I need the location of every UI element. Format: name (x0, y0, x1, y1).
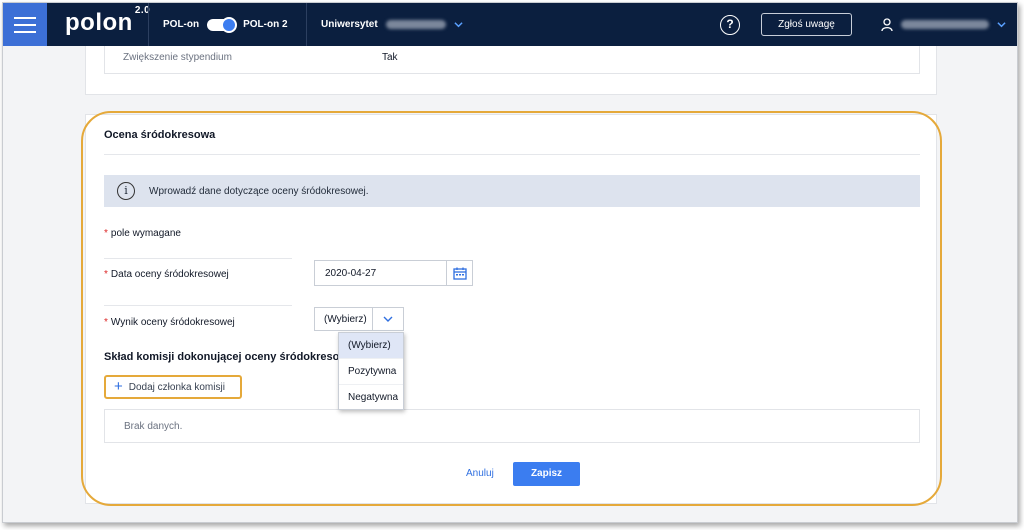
empty-state-text: Brak danych. (124, 421, 183, 432)
top-navigation-bar: polon 2.0 POL-on POL-on 2 Uniwersytet ? Z… (3, 3, 1017, 46)
toggle-label-left: POL-on (163, 19, 200, 30)
scholarship-card: Zwiększenie stypendium Tak (85, 46, 937, 95)
info-icon: i (117, 182, 135, 200)
required-star: * (104, 228, 108, 239)
scholarship-row: Zwiększenie stypendium Tak (104, 46, 920, 74)
result-selected-value: (Wybierz) (324, 314, 367, 325)
report-issue-button[interactable]: Zgłoś uwagę (761, 13, 852, 36)
save-button[interactable]: Zapisz (513, 462, 580, 486)
dropdown-option[interactable]: Pozytywna (339, 359, 403, 385)
midterm-assessment-card: Ocena śródokresowa i Wprowadź dane dotyc… (85, 114, 937, 504)
toggle-label-right: POL-on 2 (243, 19, 288, 30)
result-select[interactable]: (Wybierz) (314, 307, 404, 331)
commission-title: Skład komisji dokonującej oceny śródokre… (104, 351, 358, 363)
university-selector[interactable]: Uniwersytet (321, 3, 463, 46)
scholarship-label: Zwiększenie stypendium (123, 52, 232, 63)
date-input[interactable]: 2020-04-27 (314, 260, 473, 286)
user-icon (881, 17, 893, 31)
toggle-switch[interactable] (207, 16, 238, 33)
date-label-text: Data oceny śródokresowej (110, 269, 229, 280)
app-window: polon 2.0 POL-on POL-on 2 Uniwersytet ? Z… (2, 2, 1018, 523)
divider (104, 305, 292, 306)
university-label: Uniwersytet (321, 19, 378, 30)
commission-table: Brak danych. (104, 409, 920, 443)
result-field-label: * Wynik oceny śródokresowej (104, 317, 235, 328)
dropdown-option[interactable]: Negatywna (339, 385, 403, 411)
cancel-button[interactable]: Anuluj (466, 468, 494, 479)
required-note-text: pole wymagane (110, 228, 181, 239)
result-label-text: Wynik oceny śródokresowej (110, 317, 235, 328)
info-text: Wprowadź dane dotyczące oceny śródokreso… (149, 185, 369, 197)
plus-icon: + (114, 378, 123, 395)
redacted-university-name (385, 20, 446, 29)
required-star: * (104, 317, 108, 328)
logo-text: polon (65, 9, 133, 36)
section-title: Ocena śródokresowa (104, 129, 216, 141)
add-member-button[interactable]: + Dodaj członka komisji (104, 375, 242, 399)
info-banner: i Wprowadź dane dotyczące oceny śródokre… (104, 175, 920, 207)
user-menu[interactable] (881, 3, 1006, 46)
divider (104, 154, 920, 155)
system-toggle[interactable]: POL-on POL-on 2 (163, 3, 288, 46)
chevron-down-icon[interactable] (372, 308, 403, 330)
hamburger-menu-icon[interactable] (3, 3, 47, 46)
divider (306, 3, 307, 46)
chevron-down-icon (454, 22, 463, 28)
date-value: 2020-04-27 (325, 268, 377, 279)
help-icon[interactable]: ? (720, 15, 740, 35)
result-dropdown: (Wybierz) Pozytywna Negatywna (338, 332, 404, 410)
dropdown-option[interactable]: (Wybierz) (339, 333, 403, 359)
chevron-down-icon (997, 22, 1006, 28)
calendar-icon[interactable] (446, 261, 472, 285)
divider (104, 258, 292, 259)
required-star: * (104, 269, 108, 280)
redacted-user-name (901, 20, 989, 29)
required-note: * pole wymagane (104, 228, 181, 239)
polon-logo[interactable]: polon 2.0 (65, 5, 150, 37)
add-member-label: Dodaj członka komisji (128, 381, 225, 393)
divider (148, 3, 149, 46)
scholarship-value: Tak (382, 52, 398, 63)
date-field-label: * Data oceny śródokresowej (104, 269, 229, 280)
